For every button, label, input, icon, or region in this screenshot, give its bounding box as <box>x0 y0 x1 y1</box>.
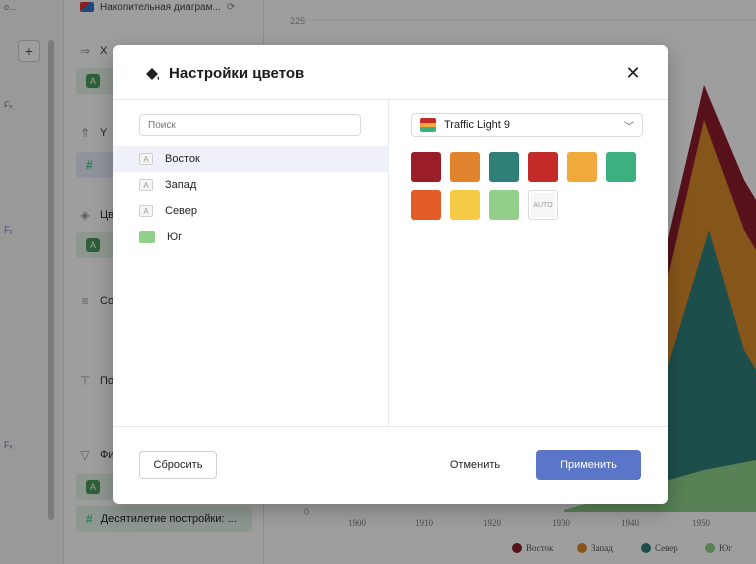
color-swatch[interactable] <box>528 152 558 182</box>
apply-button[interactable]: Применить <box>536 450 641 480</box>
dialog-footer: Сбросить Отменить Применить <box>113 427 668 504</box>
color-swatch[interactable] <box>567 152 597 182</box>
color-swatch[interactable] <box>450 152 480 182</box>
color-swatch[interactable] <box>606 152 636 182</box>
palette-select[interactable]: Traffic Light 9 ﹀ <box>411 113 643 137</box>
color-swatch[interactable] <box>489 190 519 220</box>
dialog-header: Настройки цветов ✕ <box>113 45 668 99</box>
assigned-color-swatch <box>139 231 155 243</box>
dimension-label: Запад <box>165 179 197 191</box>
dimension-label: Восток <box>165 153 200 165</box>
string-type-icon: A <box>139 153 153 165</box>
palette-icon <box>420 118 436 132</box>
color-swatch[interactable] <box>450 190 480 220</box>
dimension-list: A Восток A Запад A Север Юг <box>113 146 389 250</box>
dimension-item-yug[interactable]: Юг <box>113 224 389 250</box>
dimension-pane: A Восток A Запад A Север Юг <box>113 100 389 426</box>
palette-pane: Traffic Light 9 ﹀ AUTO <box>389 100 668 426</box>
palette-name: Traffic Light 9 <box>444 119 511 131</box>
swatch-grid: AUTO <box>411 152 651 220</box>
color-settings-dialog: Настройки цветов ✕ A Восток A Запад A Се… <box>113 45 668 504</box>
auto-color-swatch[interactable]: AUTO <box>528 190 558 220</box>
cancel-button[interactable]: Отменить <box>435 451 515 479</box>
dialog-title-text: Настройки цветов <box>169 65 305 82</box>
search-input[interactable] <box>139 114 361 136</box>
string-type-icon: A <box>139 179 153 191</box>
close-button[interactable]: ✕ <box>622 62 644 84</box>
color-swatch[interactable] <box>411 152 441 182</box>
paint-bucket-icon <box>146 67 160 80</box>
dimension-label: Юг <box>167 231 183 243</box>
reset-button[interactable]: Сбросить <box>139 451 217 479</box>
color-swatch[interactable] <box>489 152 519 182</box>
dimension-item-vostok[interactable]: A Восток <box>113 146 389 172</box>
dimension-item-zapad[interactable]: A Запад <box>113 172 389 198</box>
dimension-label: Север <box>165 205 198 217</box>
chevron-down-icon: ﹀ <box>624 121 634 133</box>
dimension-item-sever[interactable]: A Север <box>113 198 389 224</box>
dialog-body: A Восток A Запад A Север Юг <box>113 99 668 427</box>
string-type-icon: A <box>139 205 153 217</box>
color-swatch[interactable] <box>411 190 441 220</box>
dialog-title: Настройки цветов <box>143 65 304 82</box>
